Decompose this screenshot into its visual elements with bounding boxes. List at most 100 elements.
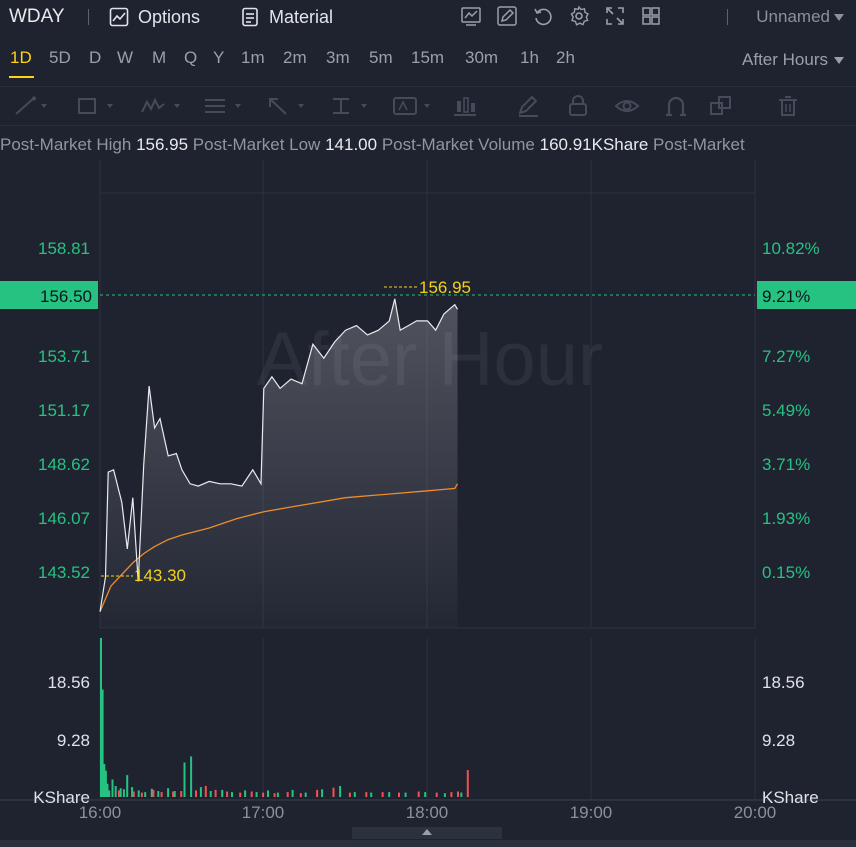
session-label: After Hours xyxy=(742,50,828,69)
chart-template-icon[interactable] xyxy=(460,5,482,27)
volume-axis-labels: 18.56 9.28 KShare 18.56 9.28 KShare xyxy=(33,673,818,807)
panel-resize-handle[interactable] xyxy=(352,827,502,839)
tab-quarter[interactable]: Q xyxy=(184,48,197,68)
tab-day[interactable]: D xyxy=(89,48,101,68)
layout-name-dropdown[interactable]: Unnamed xyxy=(756,7,844,27)
volume-bar-down xyxy=(381,792,384,797)
session-dropdown[interactable]: After Hours xyxy=(742,50,844,70)
caret-down-icon xyxy=(834,50,844,70)
draw-icon[interactable] xyxy=(496,5,518,27)
tab-2h[interactable]: 2h xyxy=(556,48,575,68)
volume-bar-up xyxy=(111,779,114,797)
stat-value: 141.00 xyxy=(325,135,378,154)
ticker-symbol[interactable]: WDAY xyxy=(9,6,65,28)
volume-bar-up xyxy=(244,790,247,797)
time-label: 17:00 xyxy=(242,803,285,822)
tab-15m[interactable]: 15m xyxy=(411,48,444,68)
tab-1m[interactable]: 1m xyxy=(241,48,265,68)
tab-2m[interactable]: 2m xyxy=(283,48,307,68)
volume-bar-up xyxy=(209,791,212,797)
options-chart-icon xyxy=(108,6,130,28)
volume-bar-down xyxy=(152,789,155,797)
axis-label-right: 0.15% xyxy=(762,563,810,582)
document-icon xyxy=(239,6,261,28)
volume-bar-down xyxy=(365,792,368,797)
volume-bar-down xyxy=(417,791,420,797)
volume-bar-down xyxy=(466,770,469,797)
arrow-icon[interactable] xyxy=(266,95,308,117)
options-label: Options xyxy=(138,6,201,27)
volume-bar-up xyxy=(424,792,427,797)
axis-label-right: 1.93% xyxy=(762,509,810,528)
volume-bar-up xyxy=(167,788,170,797)
tab-week[interactable]: W xyxy=(117,48,133,68)
eye-icon[interactable] xyxy=(614,95,640,117)
volume-bar-up xyxy=(231,792,233,797)
measure-icon[interactable] xyxy=(329,95,371,117)
volume-bar-down xyxy=(273,793,276,797)
layout-name: Unnamed xyxy=(756,7,830,26)
volume-bar-down xyxy=(262,792,265,797)
stat-value: 156.95 xyxy=(136,135,189,154)
volume-bar-down xyxy=(195,790,197,797)
tab-1d[interactable]: 1D xyxy=(10,48,32,68)
chart-area[interactable]: After Hour 158.81 153.71 151.17 148.62 1… xyxy=(0,160,856,825)
drawing-toolbar xyxy=(0,86,856,126)
volume-bar-down xyxy=(299,793,302,797)
fib-icon[interactable] xyxy=(203,95,245,117)
volume-bar-down xyxy=(250,791,253,797)
volume-bar-up xyxy=(190,756,193,797)
volume-bar-down xyxy=(450,792,453,797)
volume-bar-down xyxy=(140,792,143,797)
pattern-icon[interactable] xyxy=(140,95,182,117)
settings-icon[interactable] xyxy=(568,5,590,27)
axis-label-right: 5.49% xyxy=(762,401,810,420)
tab-30m[interactable]: 30m xyxy=(465,48,498,68)
volume-bar-down xyxy=(435,792,438,797)
tab-5d[interactable]: 5D xyxy=(49,48,71,68)
material-button[interactable]: Material xyxy=(239,5,333,29)
toolbar-divider xyxy=(88,9,89,25)
stat-label: Post-Market xyxy=(653,135,745,154)
volume-bar-up xyxy=(137,790,140,797)
tab-3m[interactable]: 3m xyxy=(326,48,350,68)
tab-month[interactable]: M xyxy=(152,48,166,68)
current-price-label: 156.50 xyxy=(40,287,92,306)
pen-icon[interactable] xyxy=(516,95,542,117)
trend-line-icon[interactable] xyxy=(14,95,48,117)
volume-bar-down xyxy=(348,792,351,797)
tab-1h[interactable]: 1h xyxy=(520,48,539,68)
volume-bar-up xyxy=(108,790,111,797)
fullscreen-icon[interactable] xyxy=(604,5,626,27)
layout-grid-icon[interactable] xyxy=(640,5,662,27)
candle-icon[interactable] xyxy=(452,95,478,117)
volume-bar-down xyxy=(316,789,319,797)
volume-bar-up xyxy=(126,775,129,797)
volume-bar-up xyxy=(122,789,125,797)
volume-bar-up xyxy=(267,790,269,797)
options-button[interactable]: Options xyxy=(108,5,200,29)
volume-bar-down xyxy=(239,792,242,797)
volume-bar-up xyxy=(221,789,224,797)
low-marker-label: 143.30 xyxy=(134,566,186,585)
volume-bar-up xyxy=(255,792,258,797)
tab-year[interactable]: Y xyxy=(213,48,224,68)
axis-label-left: 143.52 xyxy=(38,563,90,582)
volume-bar-up xyxy=(144,792,147,797)
volume-bar-down xyxy=(204,786,207,797)
volume-bar-up xyxy=(321,789,324,797)
volume-bar-down xyxy=(286,792,289,797)
replay-icon[interactable] xyxy=(532,5,554,27)
volume-axis-label: 9.28 xyxy=(57,731,90,750)
time-label: 16:00 xyxy=(79,803,122,822)
text-icon[interactable] xyxy=(392,95,434,117)
high-marker-label: 156.95 xyxy=(419,278,471,297)
clone-icon[interactable] xyxy=(708,95,734,117)
toolbar-divider xyxy=(727,9,728,25)
trash-icon[interactable] xyxy=(776,95,800,117)
volume-axis-label: 18.56 xyxy=(47,673,90,692)
tab-5m[interactable]: 5m xyxy=(369,48,393,68)
rectangle-icon[interactable] xyxy=(76,95,116,117)
lock-icon[interactable] xyxy=(566,95,590,117)
magnet-icon[interactable] xyxy=(664,95,688,117)
